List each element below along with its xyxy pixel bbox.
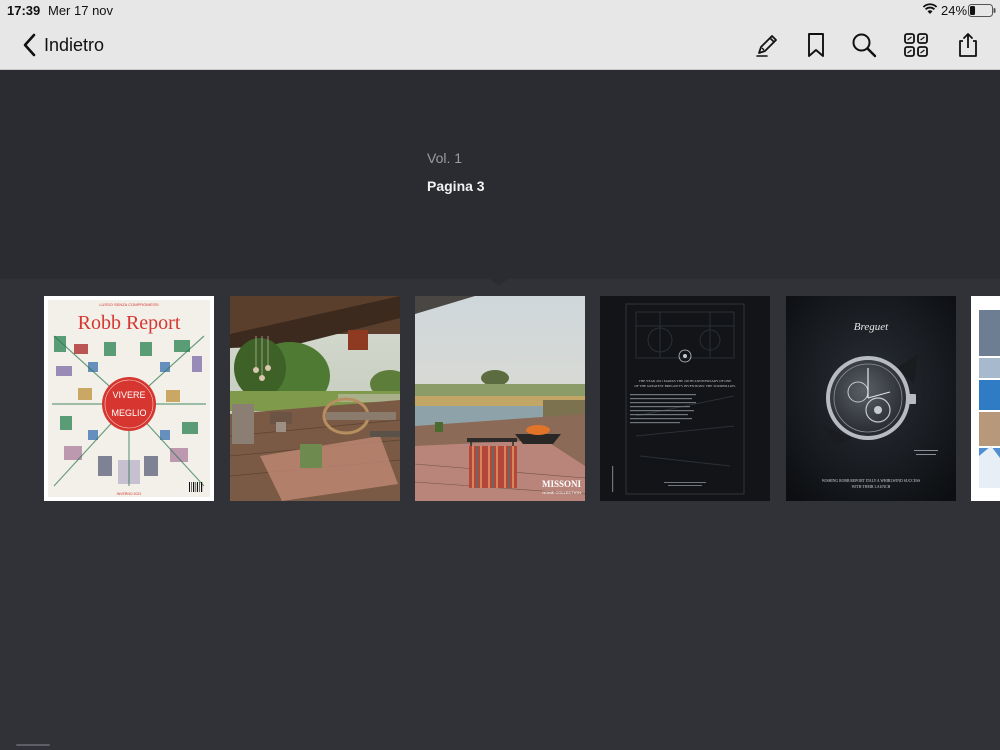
- volume-label: Vol. 1: [427, 150, 463, 166]
- battery-icon: [968, 4, 996, 17]
- missoni-brand: MISSONI: [542, 479, 582, 489]
- breguet-caption-2: WITH THEIR LAUNCH: [852, 485, 891, 489]
- wifi-icon: [922, 3, 938, 14]
- page-label: Pagina 3: [427, 178, 485, 194]
- thumbnail-partial-page[interactable]: [971, 296, 1000, 501]
- share-button[interactable]: [953, 30, 983, 60]
- thumbnail-outdoor-terrace[interactable]: [230, 296, 400, 501]
- breguet-watch-image: Breguet WISHING ROBB REPORT ITALY A WHIR…: [786, 296, 956, 501]
- selection-pointer: [490, 279, 508, 286]
- status-date: Mer 17 nov: [48, 3, 114, 18]
- breguet-anniversary-image: THE YEAR 2021 MARKS THE 220TH ANNIVERSAR…: [600, 296, 770, 501]
- thumbnail-breguet-watch[interactable]: Breguet WISHING ROBB REPORT ITALY A WHIR…: [786, 296, 956, 501]
- chevron-left-icon: [23, 33, 36, 57]
- cover-image: LUSSO SENZA COMPROMESSI Robb Report VIVE…: [44, 296, 214, 501]
- cover-brand: Robb Report: [78, 312, 181, 334]
- pencil-icon: [756, 35, 777, 57]
- cover-bottom-line: INVERNO 2021: [117, 492, 142, 496]
- home-indicator: [16, 744, 50, 746]
- terrace-image: [230, 296, 400, 501]
- search-icon: [852, 33, 877, 58]
- breguet-text-1: THE YEAR 2021 MARKS THE 220TH ANNIVERSAR…: [639, 379, 732, 383]
- thumbnail-cover[interactable]: LUSSO SENZA COMPROMESSI Robb Report VIVE…: [44, 296, 214, 501]
- missoni-subline: HOME COLLECTION: [542, 490, 581, 495]
- bookmark-button[interactable]: [801, 30, 831, 60]
- breguet-logo: Breguet: [854, 321, 889, 333]
- navigation-bar: Indietro: [0, 20, 1000, 70]
- annotate-button[interactable]: [752, 30, 782, 60]
- search-button[interactable]: [849, 30, 879, 60]
- partial-page-image: [971, 296, 1000, 501]
- back-button[interactable]: Indietro: [22, 31, 104, 59]
- grid-icon: [904, 33, 928, 57]
- page-info-panel: Vol. 1 Pagina 3: [0, 70, 1000, 279]
- missoni-image: MISSONI HOME COLLECTION: [415, 296, 585, 501]
- battery-percent: 24%: [941, 3, 968, 18]
- status-time: 17:39: [7, 3, 41, 18]
- share-icon: [959, 33, 977, 57]
- breguet-text-2: OF THE GREATEST BREGUET'S INVENTIONS: TH…: [634, 384, 736, 388]
- thumbnails-button[interactable]: [901, 30, 931, 60]
- bookmark-icon: [808, 33, 824, 57]
- status-bar: 17:39 Mer 17 nov 24%: [0, 0, 1000, 20]
- cover-headline-2: MEGLIO: [111, 408, 146, 418]
- cover-top-line: LUSSO SENZA COMPROMESSI: [99, 302, 158, 307]
- back-label: Indietro: [44, 34, 105, 55]
- cover-headline-1: VIVERE: [112, 390, 145, 400]
- thumbnail-breguet-anniversary[interactable]: THE YEAR 2021 MARKS THE 220TH ANNIVERSAR…: [600, 296, 770, 501]
- breguet-caption-1: WISHING ROBB REPORT ITALY A WHIRLWIND SU…: [822, 479, 921, 483]
- thumbnail-missoni-ad[interactable]: MISSONI HOME COLLECTION: [415, 296, 585, 501]
